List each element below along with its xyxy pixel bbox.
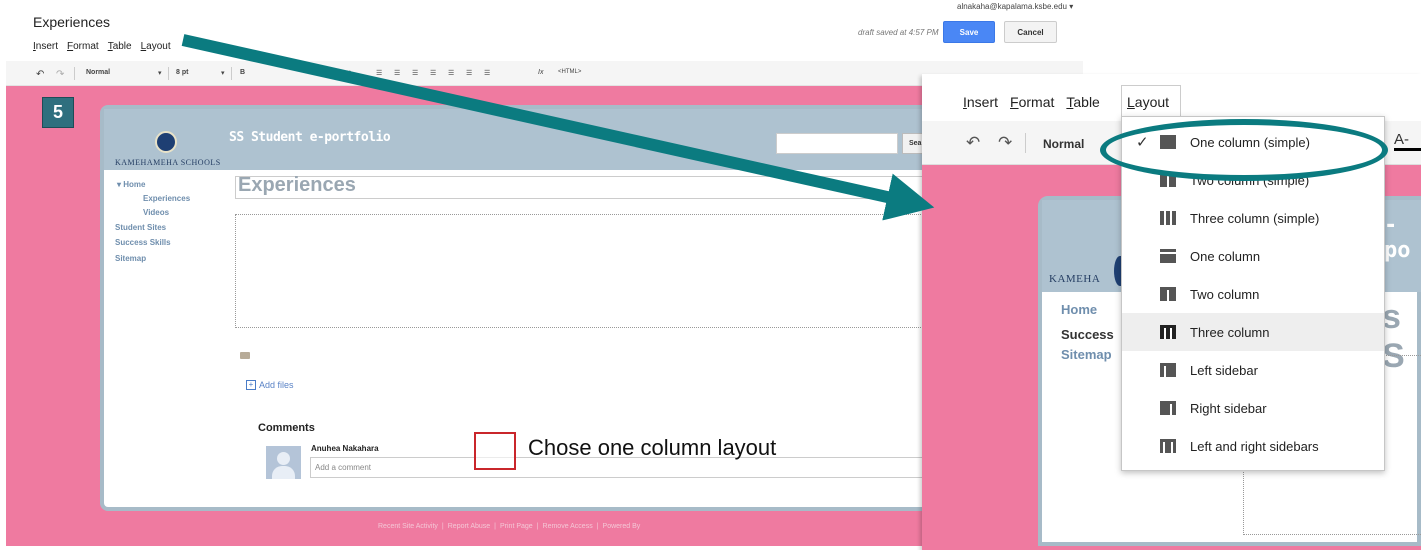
annotation-arrow bbox=[181, 34, 935, 221]
arrow-line bbox=[181, 34, 935, 221]
